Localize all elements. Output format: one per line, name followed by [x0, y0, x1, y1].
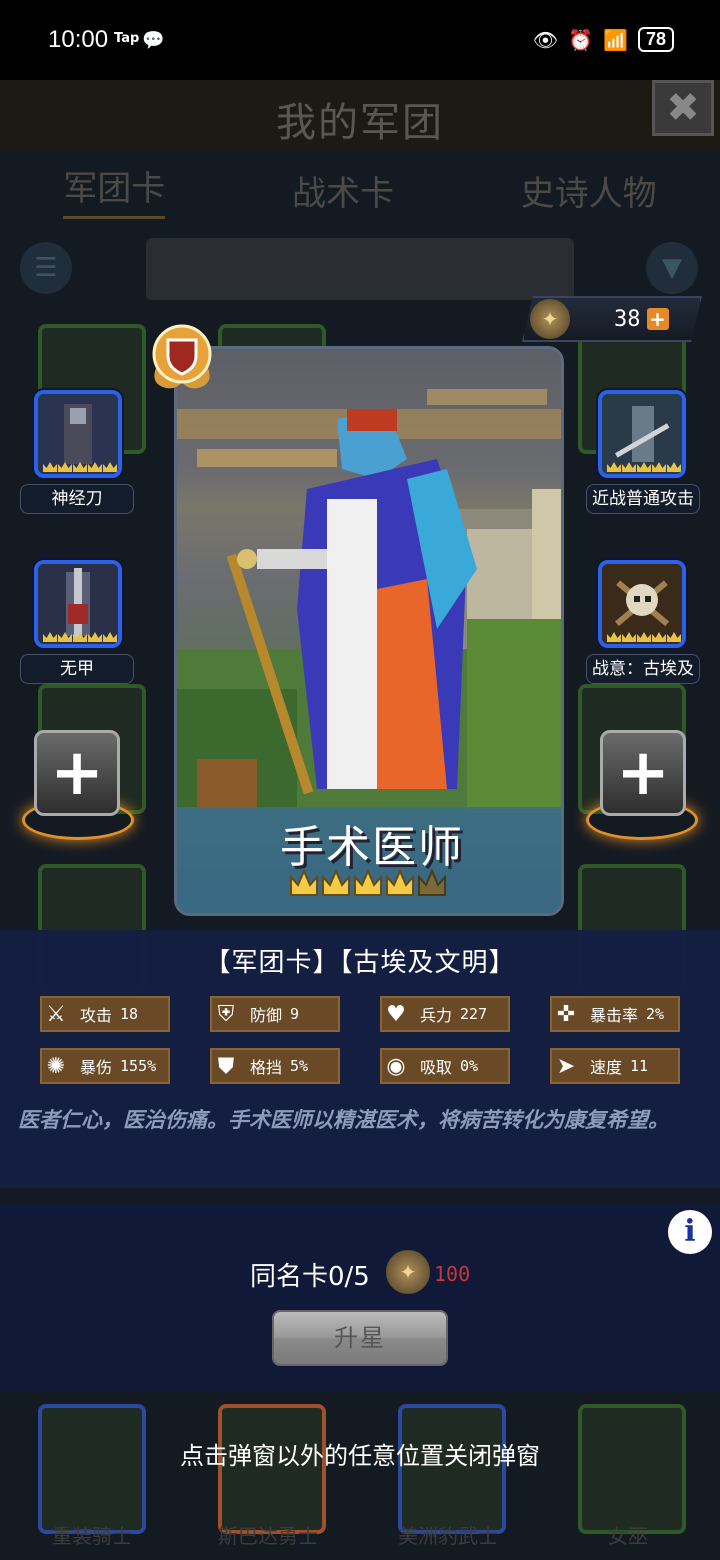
skill-slot-left-1[interactable]	[34, 390, 122, 478]
block-icon: ⛊	[217, 1053, 235, 1079]
skill-stars	[604, 632, 682, 642]
upgrade-cost: 100	[434, 1262, 471, 1286]
burst-icon: ✺	[46, 1053, 66, 1079]
skill-stars	[40, 462, 118, 472]
card-description: 医者仁心，医治伤痛。手术医师以精湛医术，将病苦转化为康复希望。	[18, 1108, 669, 1132]
stat-block: ⛊ 格挡 5%	[210, 1048, 340, 1084]
crosshair-icon: ✜	[556, 1001, 576, 1027]
stat-label: 吸取	[420, 1058, 453, 1077]
star-up-button[interactable]: 升星	[272, 1310, 448, 1366]
filter-icon: ▼	[646, 242, 698, 294]
stat-value: 2%	[646, 1005, 665, 1023]
star-crown-icon	[354, 869, 382, 896]
card-name: 手术医师	[280, 822, 464, 873]
stat-crit-rate: ✜ 暴击率 2%	[550, 996, 680, 1032]
stat-label: 暴击率	[590, 1006, 639, 1025]
star-crown-empty-icon	[418, 869, 446, 896]
stat-speed: ➤ 速度 11	[550, 1048, 680, 1084]
stat-troops: ♥ 兵力 227	[380, 996, 510, 1032]
drain-icon: ◉	[386, 1053, 406, 1079]
stat-value: 11	[630, 1057, 649, 1075]
star-crown-icon	[386, 869, 414, 896]
close-hint: 点击弹窗以外的任意位置关闭弹窗	[180, 1442, 540, 1470]
sword-icon: ⚔	[46, 1001, 66, 1027]
stat-crit-damage: ✺ 暴伤 155%	[40, 1048, 170, 1084]
skill-stars	[40, 632, 118, 642]
stat-value: 155%	[120, 1057, 157, 1075]
stat-value: 0%	[460, 1057, 479, 1075]
battery-icon: 78	[637, 27, 674, 52]
legion-emblem-icon: ✦	[530, 299, 570, 339]
skill-label: 神经刀	[20, 484, 134, 514]
status-bar: 10:00 Tap 💬 👁 ⏰ 📶 78	[0, 0, 720, 80]
stat-label: 兵力	[420, 1006, 453, 1025]
stat-value: 18	[120, 1005, 139, 1023]
shield-icon: ⛨	[217, 1001, 235, 1027]
tap-notification-icon: Tap	[114, 31, 140, 46]
stat-value: 227	[460, 1005, 488, 1023]
stat-defense: ⛨ 防御 9	[210, 996, 340, 1032]
skill-label: 近战普通攻击	[586, 484, 700, 514]
tab-legion-cards: 军团卡	[63, 161, 166, 219]
bg-tabs: 军团卡 战术卡 史诗人物	[0, 160, 720, 220]
info-icon[interactable]: i	[668, 1210, 712, 1254]
stat-value: 9	[290, 1005, 300, 1023]
skill-slot-right-2[interactable]	[598, 560, 686, 648]
currency-chip[interactable]: ✦ 38 +	[522, 296, 702, 342]
currency-amount: 38	[614, 306, 641, 332]
tab-tactic-cards: 战术卡	[291, 173, 394, 214]
stat-label: 速度	[590, 1058, 623, 1077]
stat-attack: ⚔ 攻击 18	[40, 996, 170, 1032]
close-icon: ✖	[652, 80, 714, 136]
stat-label: 防御	[250, 1006, 283, 1025]
bg-card-name: 重装骑士	[52, 1524, 132, 1548]
skill-slot-right-1[interactable]	[598, 390, 686, 478]
bg-card-name: 斯巴达勇士	[218, 1524, 318, 1548]
add-skill-button-right[interactable]: +	[600, 730, 686, 816]
skill-stars	[604, 462, 682, 472]
stat-label: 暴伤	[80, 1058, 113, 1077]
status-time: 10:00	[48, 26, 109, 53]
wechat-notification-icon: 💬	[142, 30, 165, 51]
wifi-icon: 📶	[603, 27, 628, 52]
list-icon: ☰	[20, 242, 72, 294]
skill-label: 无甲	[20, 654, 134, 684]
bg-header: 我的军团 ✖	[0, 80, 720, 150]
same-name-card-count: 同名卡0/5	[250, 1262, 370, 1292]
bg-card-name: 女巫	[608, 1524, 648, 1548]
stat-drain: ◉ 吸取 0%	[380, 1048, 510, 1084]
page-title: 我的军团	[276, 100, 444, 146]
star-crown-icon	[290, 869, 318, 896]
star-crown-icon	[322, 869, 350, 896]
stat-value: 5%	[290, 1057, 309, 1075]
boot-icon: ➤	[556, 1053, 576, 1079]
stat-label: 攻击	[80, 1006, 113, 1025]
heart-icon: ♥	[386, 1001, 406, 1027]
eye-icon: 👁	[532, 27, 559, 52]
card-info-panel: 【军团卡】【古埃及文明】 ⚔ 攻击 18 ⛨ 防御 9 ♥ 兵力 227 ✜ 暴…	[0, 930, 720, 1188]
bg-card-name: 美洲豹武士	[398, 1524, 498, 1548]
card-stars	[289, 869, 447, 897]
add-skill-button-left[interactable]: +	[34, 730, 120, 816]
legion-emblem-icon: ✦	[386, 1250, 430, 1294]
stat-label: 格挡	[250, 1058, 283, 1077]
legion-card: 手术医师	[174, 346, 564, 916]
skill-label: 战意：古埃及	[586, 654, 700, 684]
skill-slot-left-2[interactable]	[34, 560, 122, 648]
bg-search-bar	[146, 238, 574, 300]
card-artwork	[177, 389, 561, 809]
tab-epic-figures: 史诗人物	[520, 173, 657, 214]
add-currency-button[interactable]: +	[646, 308, 669, 330]
alarm-icon: ⏰	[568, 27, 594, 52]
card-tags: 【军团卡】【古埃及文明】	[204, 948, 516, 978]
rank-shield-icon	[152, 324, 212, 389]
status-icons: 👁 ⏰ 📶 78	[533, 27, 674, 52]
